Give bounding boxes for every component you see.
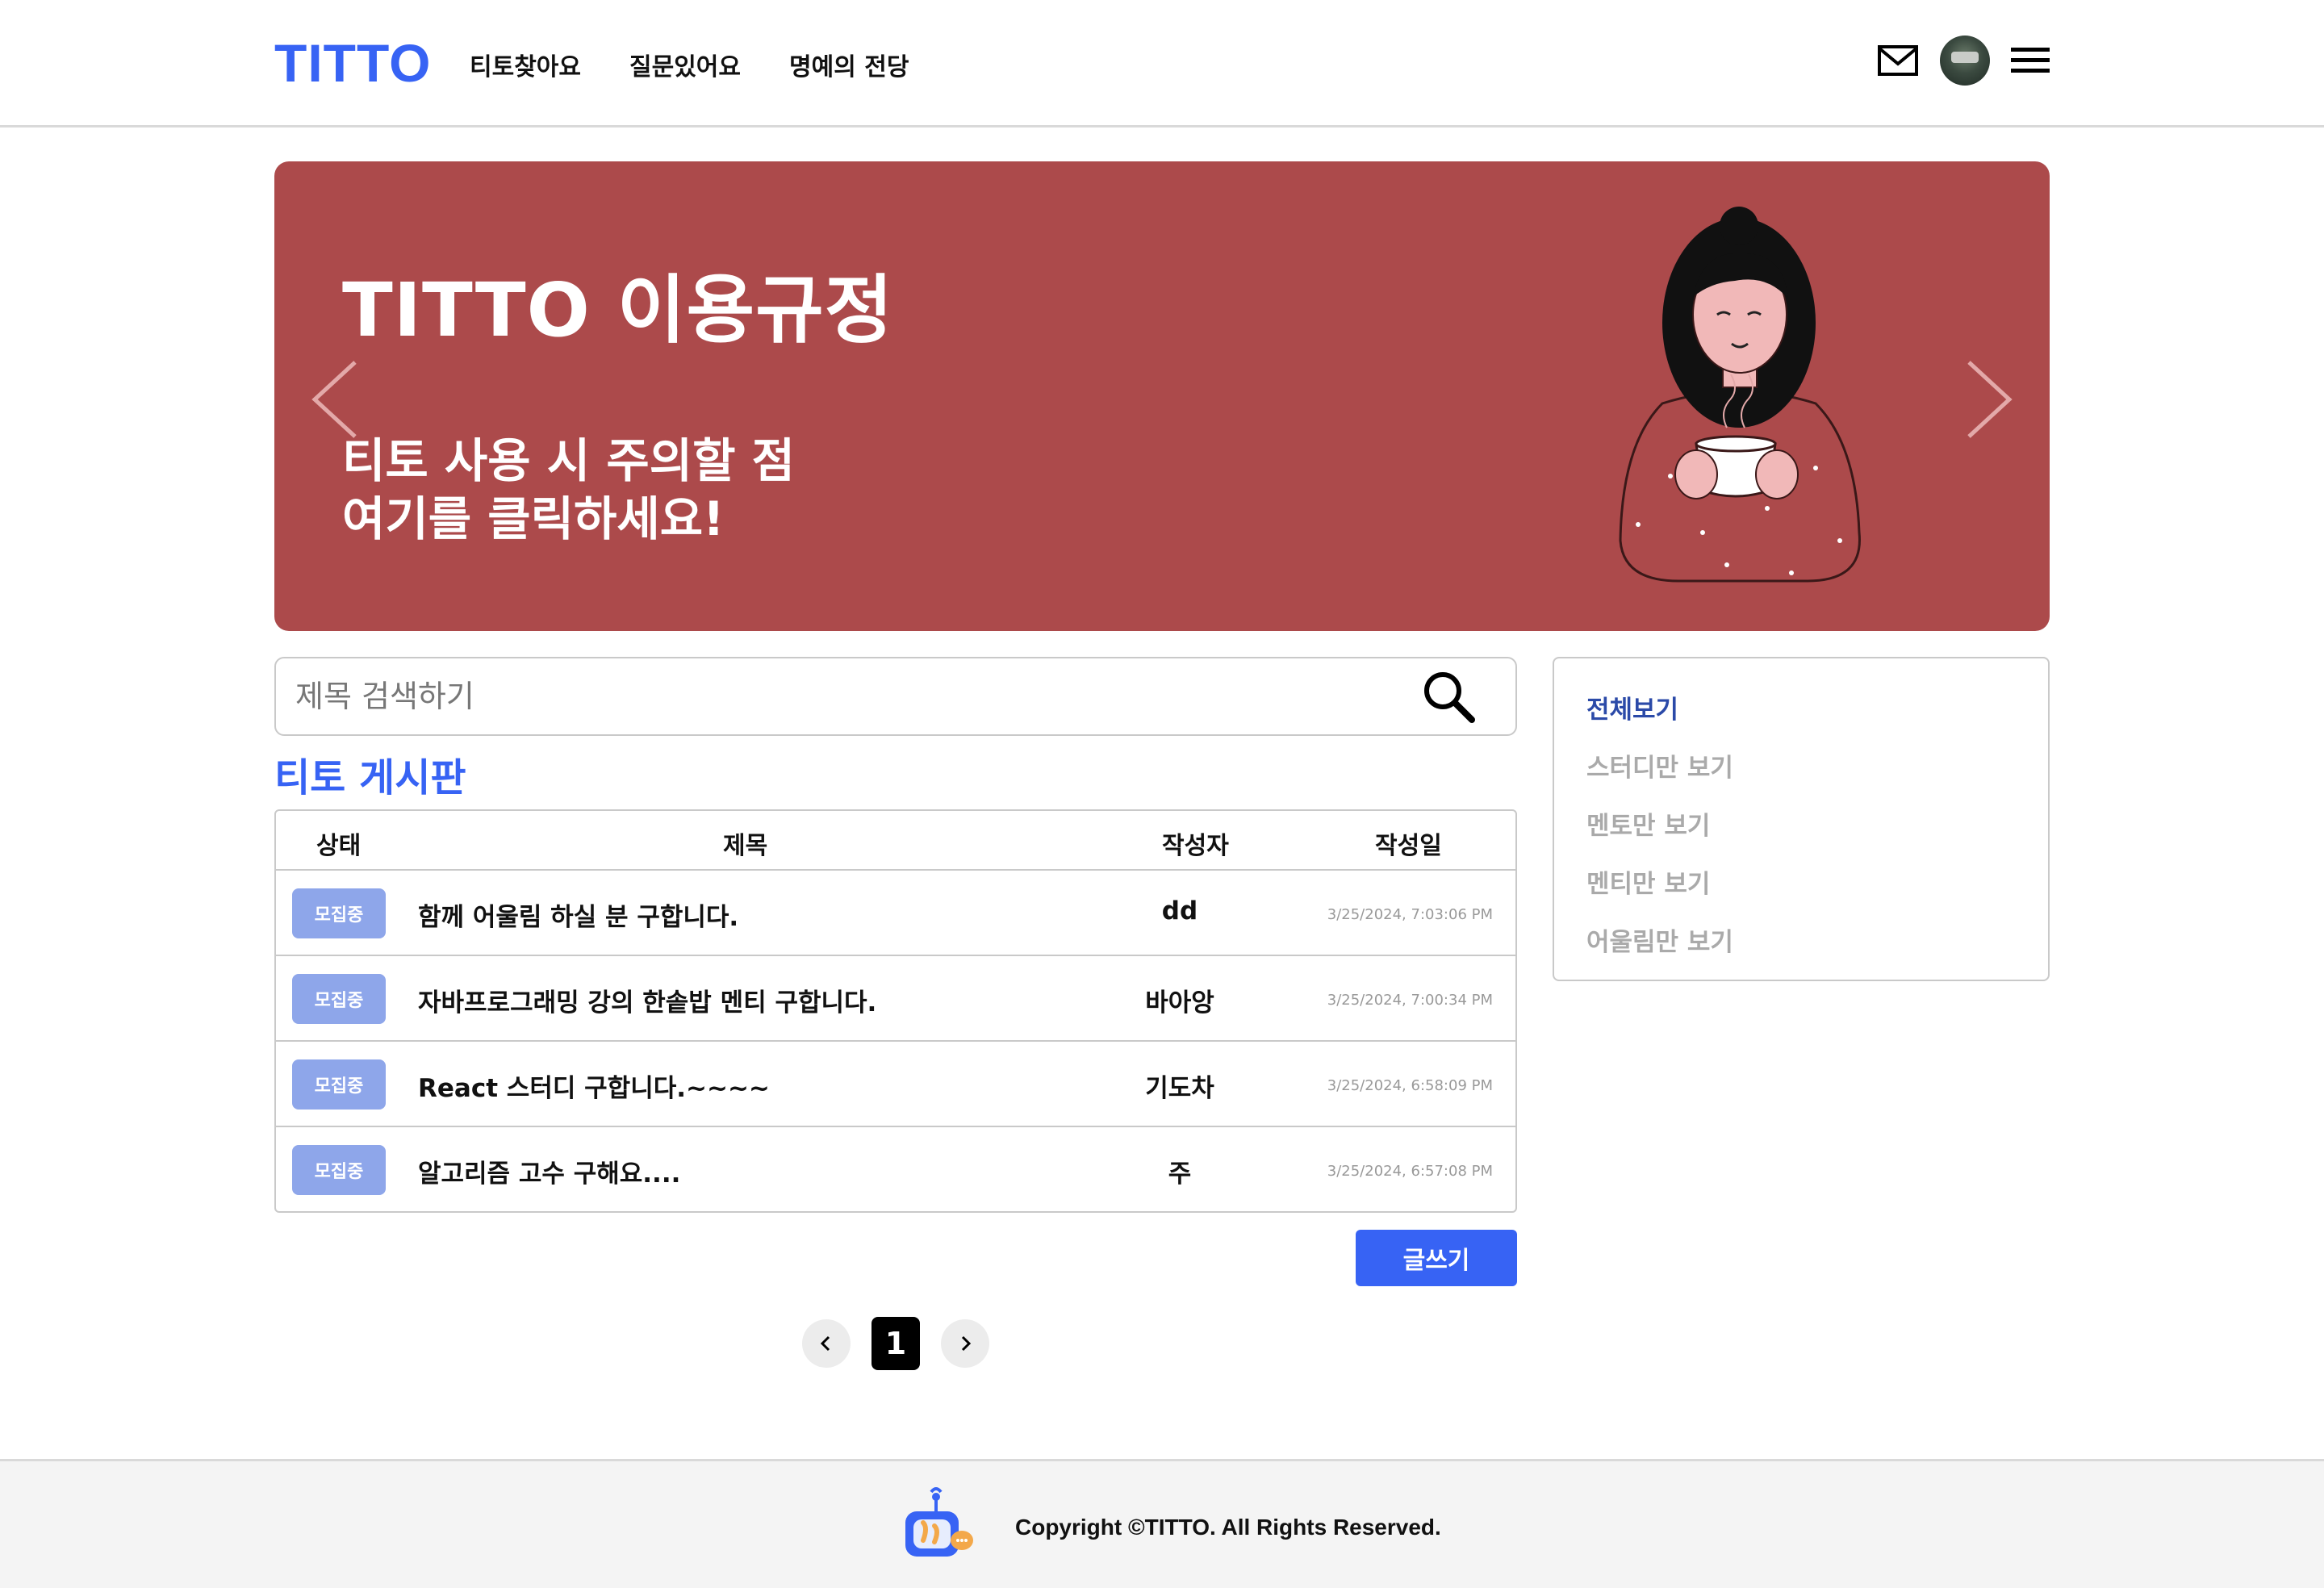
site-footer: Copyright ©TITTO. All Rights Reserved. — [0, 1459, 2324, 1588]
filter-mentor[interactable]: 멘토만 보기 — [1586, 805, 2048, 863]
column-author: 작성자 — [1162, 832, 1229, 860]
filter-mentee[interactable]: 멘티만 보기 — [1586, 863, 2048, 921]
filter-community[interactable]: 어울림만 보기 — [1586, 921, 2048, 980]
post-author: dd — [1161, 896, 1198, 926]
post-date: 3/25/2024, 7:00:34 PM — [1327, 992, 1493, 1009]
table-row[interactable]: 모집중 알고리즘 고수 구해요.... 주 3/25/2024, 6:57:08… — [276, 1127, 1515, 1213]
column-status: 상태 — [316, 832, 362, 860]
rules-banner[interactable]: TITTO 이용규정 티토 사용 시 주의할 점 여기를 클릭하세요! — [274, 161, 2050, 631]
main-nav: 티토찾아요 질문있어요 명예의 전당 — [470, 47, 909, 82]
mail-icon[interactable] — [1877, 44, 1919, 77]
table-row[interactable]: 모집중 함께 어울림 하실 분 구합니다. dd 3/25/2024, 7:03… — [276, 871, 1515, 956]
table-row[interactable]: 모집중 React 스터디 구합니다.~~~~ 기도차 3/25/2024, 6… — [276, 1042, 1515, 1127]
post-title[interactable]: React 스터디 구합니다.~~~~ — [418, 1068, 770, 1104]
nav-item-questions[interactable]: 질문있어요 — [629, 47, 741, 82]
post-date: 3/25/2024, 6:57:08 PM — [1327, 1163, 1493, 1180]
nav-item-find-titto[interactable]: 티토찾아요 — [470, 47, 581, 82]
post-author: 기도차 — [1145, 1074, 1214, 1103]
chevron-left-icon[interactable] — [310, 359, 358, 443]
column-title: 제목 — [723, 832, 768, 860]
pagination: 1 — [802, 1317, 989, 1370]
robot-logo-icon — [905, 1487, 973, 1557]
avatar[interactable] — [1940, 36, 1990, 86]
post-author: 주 — [1168, 1160, 1192, 1189]
post-date: 3/25/2024, 6:58:09 PM — [1327, 1077, 1493, 1094]
post-title[interactable]: 함께 어울림 하실 분 구합니다. — [418, 896, 738, 933]
page-number[interactable]: 1 — [872, 1317, 920, 1370]
table-header: 상태 제목 작성자 작성일 — [276, 811, 1515, 871]
nav-item-hall-of-fame[interactable]: 명예의 전당 — [789, 47, 909, 82]
chevron-right-icon[interactable] — [1966, 359, 2014, 443]
site-header: TITTO 티토찾아요 질문있어요 명예의 전당 — [0, 0, 2324, 127]
post-table: 상태 제목 작성자 작성일 모집중 함께 어울림 하실 분 구합니다. dd 3… — [274, 809, 1517, 1213]
table-row[interactable]: 모집중 자바프로그래밍 강의 한솥밥 멘티 구합니다. 바아앙 3/25/202… — [276, 956, 1515, 1042]
post-date: 3/25/2024, 7:03:06 PM — [1327, 906, 1493, 923]
status-badge: 모집중 — [292, 974, 386, 1024]
chevron-right-icon — [961, 1335, 972, 1352]
status-badge: 모집중 — [292, 1145, 386, 1195]
prev-page-button[interactable] — [802, 1319, 851, 1368]
write-post-button[interactable]: 글쓰기 — [1356, 1230, 1517, 1286]
post-title[interactable]: 자바프로그래밍 강의 한솥밥 멘티 구합니다. — [418, 982, 876, 1018]
header-actions — [1877, 36, 2050, 86]
search-bar — [274, 657, 1517, 736]
status-badge: 모집중 — [292, 888, 386, 938]
filter-study[interactable]: 스터디만 보기 — [1586, 747, 2048, 805]
banner-title: TITTO 이용규정 — [342, 267, 894, 353]
site-logo[interactable]: TITTO — [274, 32, 431, 94]
post-author: 바아앙 — [1145, 988, 1214, 1018]
filter-all[interactable]: 전체보기 — [1586, 689, 2048, 747]
copyright-text: Copyright ©TITTO. All Rights Reserved. — [1015, 1515, 1441, 1540]
column-date: 작성일 — [1375, 832, 1442, 860]
post-title[interactable]: 알고리즘 고수 구해요.... — [418, 1153, 680, 1189]
status-badge: 모집중 — [292, 1059, 386, 1110]
board-title: 티토 게시판 — [274, 755, 466, 800]
banner-subtitle[interactable]: 티토 사용 시 주의할 점 여기를 클릭하세요! — [342, 432, 795, 548]
woman-with-coffee-illustration — [1619, 207, 1861, 583]
category-filter: 전체보기 스터디만 보기 멘토만 보기 멘티만 보기 어울림만 보기 — [1553, 657, 2050, 981]
search-input[interactable] — [295, 658, 1344, 734]
search-icon[interactable] — [1419, 667, 1480, 728]
chevron-left-icon — [820, 1335, 830, 1352]
next-page-button[interactable] — [941, 1319, 989, 1368]
hamburger-menu-icon[interactable] — [2011, 46, 2050, 75]
